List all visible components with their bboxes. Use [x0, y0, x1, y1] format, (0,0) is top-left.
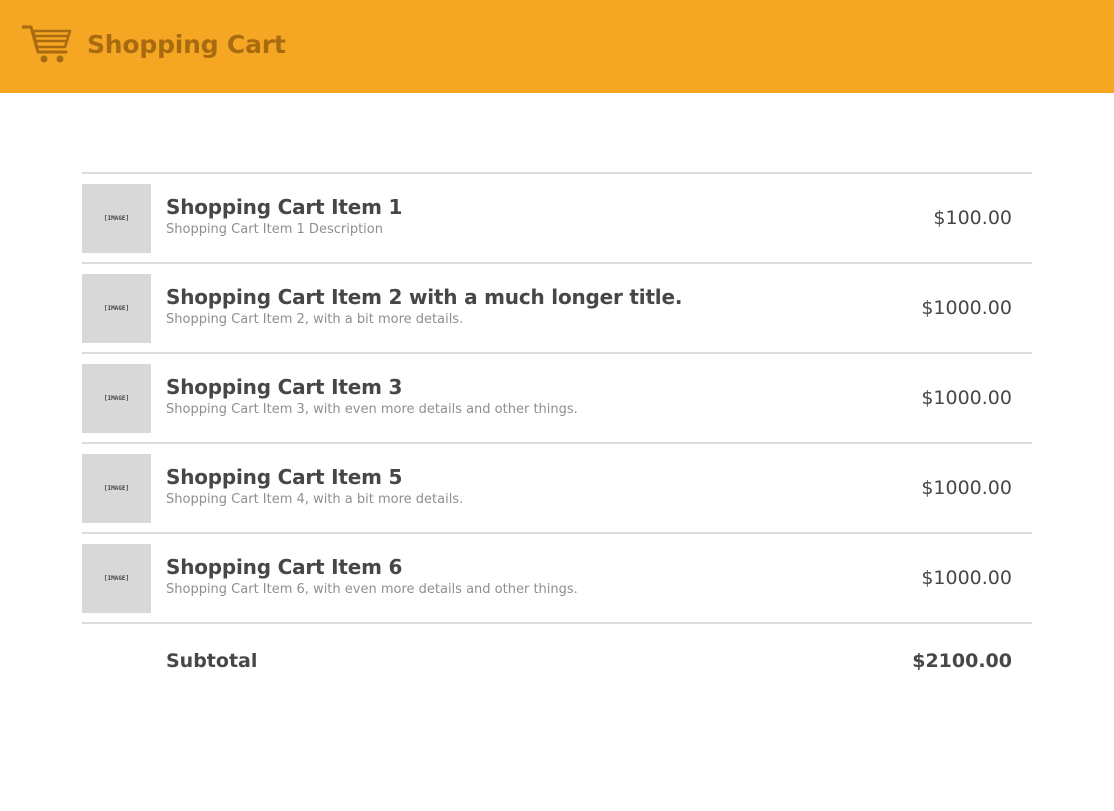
subtotal-label: Subtotal [166, 650, 258, 672]
item-price: $1000.00 [921, 477, 1012, 499]
cart-item-row[interactable]: [IMAGE] Shopping Cart Item 2 with a much… [82, 264, 1032, 354]
item-image-placeholder: [IMAGE] [82, 454, 151, 523]
image-placeholder-label: [IMAGE] [103, 395, 130, 402]
item-price: $1000.00 [921, 387, 1012, 409]
image-placeholder-label: [IMAGE] [103, 485, 130, 492]
item-price: $100.00 [933, 207, 1012, 229]
cart-item-row[interactable]: [IMAGE] Shopping Cart Item 6 Shopping Ca… [82, 534, 1032, 624]
item-description: Shopping Cart Item 6, with even more det… [166, 582, 578, 597]
item-title: Shopping Cart Item 1 [166, 195, 403, 219]
item-title: Shopping Cart Item 3 [166, 375, 403, 399]
page-title: Shopping Cart [87, 30, 286, 59]
item-image-placeholder: [IMAGE] [82, 274, 151, 343]
image-placeholder-label: [IMAGE] [103, 305, 130, 312]
cart-list: [IMAGE] Shopping Cart Item 1 Shopping Ca… [82, 172, 1032, 624]
item-title: Shopping Cart Item 2 with a much longer … [166, 285, 683, 309]
item-description: Shopping Cart Item 4, with a bit more de… [166, 492, 464, 507]
item-title: Shopping Cart Item 5 [166, 465, 403, 489]
item-price: $1000.00 [921, 297, 1012, 319]
cart-item-row[interactable]: [IMAGE] Shopping Cart Item 3 Shopping Ca… [82, 354, 1032, 444]
item-title: Shopping Cart Item 6 [166, 555, 403, 579]
subtotal-value: $2100.00 [912, 650, 1012, 672]
image-placeholder-label: [IMAGE] [103, 215, 130, 222]
item-image-placeholder: [IMAGE] [82, 184, 151, 253]
cart-item-row[interactable]: [IMAGE] Shopping Cart Item 5 Shopping Ca… [82, 444, 1032, 534]
item-description: Shopping Cart Item 1 Description [166, 222, 383, 237]
item-price: $1000.00 [921, 567, 1012, 589]
app-header: Shopping Cart [0, 0, 1114, 93]
item-description: Shopping Cart Item 2, with a bit more de… [166, 312, 464, 327]
image-placeholder-label: [IMAGE] [103, 575, 130, 582]
item-image-placeholder: [IMAGE] [82, 544, 151, 613]
shopping-cart-icon [22, 25, 72, 63]
cart-item-row[interactable]: [IMAGE] Shopping Cart Item 1 Shopping Ca… [82, 174, 1032, 264]
item-image-placeholder: [IMAGE] [82, 364, 151, 433]
item-description: Shopping Cart Item 3, with even more det… [166, 402, 578, 417]
